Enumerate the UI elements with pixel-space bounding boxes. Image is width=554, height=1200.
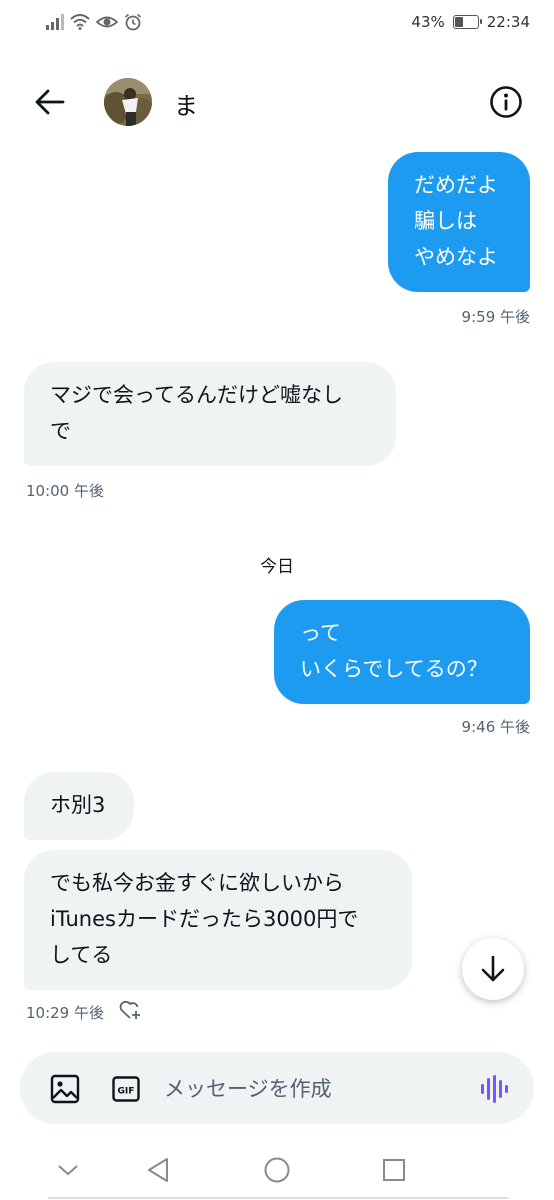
arrow-down-icon (481, 955, 505, 982)
message-text-line: iTunesカードだったら3000円で (50, 907, 359, 931)
message-bubble-received[interactable]: でも私今お金すぐに欲しいから iTunesカードだったら3000円で してる (24, 850, 412, 990)
message-bubble-received[interactable]: ホ別3 (24, 772, 134, 840)
nav-back-button[interactable] (142, 1154, 174, 1186)
gif-icon: GIF (112, 1076, 140, 1102)
battery-level (454, 17, 464, 27)
back-button[interactable] (28, 82, 72, 122)
nav-divider (48, 1197, 508, 1199)
message-timestamp: 9:59 午後 (461, 308, 530, 326)
message-text-line: ホ別3 (50, 793, 106, 817)
add-reaction-icon[interactable] (118, 998, 142, 1022)
message-bubble-sent[interactable]: だめだよ 騙しは やめなよ (388, 152, 530, 292)
message-text-line: でも私今お金すぐに欲しいから (50, 871, 344, 895)
message-text-line: してる (50, 943, 113, 967)
signal-icon (46, 14, 64, 30)
message-text-line: って (300, 621, 341, 645)
back-arrow-icon (35, 89, 65, 115)
avatar[interactable] (104, 78, 152, 126)
system-navigation-bar (0, 1140, 554, 1200)
gif-button[interactable]: GIF (112, 1076, 140, 1102)
chevron-down-icon (58, 1165, 78, 1176)
message-text-line: で (50, 419, 71, 443)
image-icon[interactable] (50, 1074, 80, 1104)
message-text-line: やめなよ (414, 245, 498, 269)
wifi-icon (70, 14, 90, 30)
nav-recents-button[interactable] (378, 1154, 410, 1186)
message-input[interactable] (164, 1072, 464, 1106)
battery-icon (452, 15, 482, 29)
message-text-line: マジで会ってるんだけど嘘なし (50, 383, 343, 407)
message-text-line: だめだよ (414, 173, 498, 197)
avatar-image (104, 78, 152, 126)
status-time: 22:34 (486, 13, 530, 31)
info-button[interactable] (486, 82, 526, 122)
eye-icon (96, 16, 118, 28)
status-icons (46, 12, 142, 32)
status-bar: 43% 22:34 (0, 0, 554, 46)
alarm-icon (124, 13, 142, 31)
battery-percent: 43% (411, 13, 445, 31)
message-composer: GIF (20, 1052, 534, 1124)
voice-wave-icon[interactable] (478, 1072, 512, 1106)
message-bubble-sent[interactable]: って いくらでしてるの？ (274, 600, 530, 704)
gif-label: GIF (118, 1087, 135, 1097)
nav-home-button[interactable] (261, 1154, 293, 1186)
conversation-header: ま (0, 60, 554, 144)
message-timestamp: 9:46 午後 (461, 718, 530, 736)
status-right: 43% 22:34 (411, 12, 530, 32)
message-text-line: いくらでしてるの？ (300, 657, 488, 681)
back-triangle-icon (148, 1158, 168, 1182)
message-text-line: 騙しは (414, 209, 477, 233)
message-timestamp: 10:00 午後 (26, 482, 104, 500)
message-timestamp: 10:29 午後 (26, 1004, 104, 1022)
message-bubble-received[interactable]: マジで会ってるんだけど嘘なし で (24, 362, 396, 466)
contact-name[interactable]: ま (174, 86, 198, 121)
scroll-to-bottom-button[interactable] (462, 938, 524, 1000)
recents-square-icon (383, 1159, 405, 1181)
home-circle-icon (264, 1157, 290, 1183)
date-separator: 今日 (260, 557, 294, 577)
info-icon (490, 86, 522, 118)
nav-collapse-button[interactable] (52, 1154, 84, 1186)
